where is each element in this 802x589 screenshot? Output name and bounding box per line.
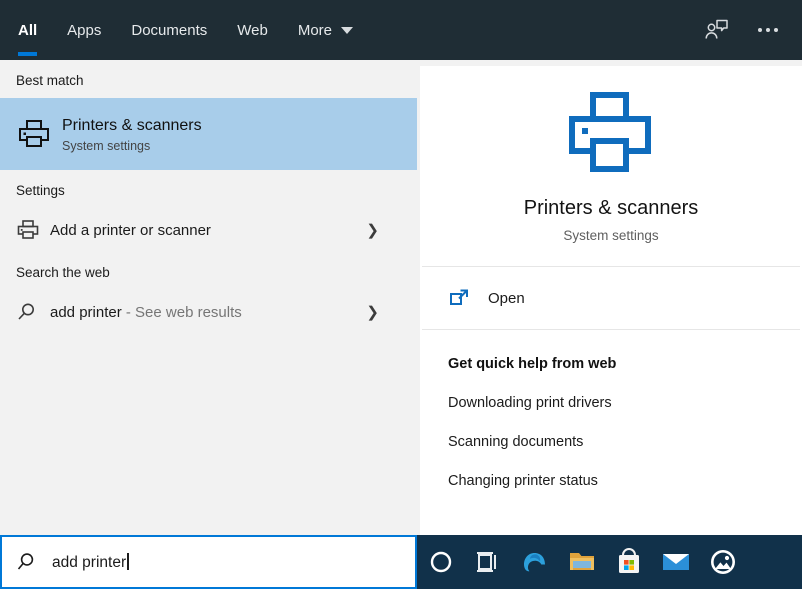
cortana-icon <box>428 549 454 575</box>
tab-apps-label: Apps <box>67 22 101 39</box>
taskbar-edge-button[interactable] <box>511 535 558 589</box>
tab-all[interactable]: All <box>18 0 37 60</box>
best-match-subtitle: System settings <box>62 139 202 153</box>
settings-header: Settings <box>0 170 417 208</box>
preview-panel: Printers & scanners System settings Open… <box>420 66 802 535</box>
tab-web[interactable]: Web <box>237 0 285 60</box>
results-panel: Best match Printers & scanners System se… <box>0 60 417 535</box>
taskbar-file-explorer-button[interactable] <box>558 535 605 589</box>
task-view-icon <box>475 550 501 574</box>
taskbar-task-view-button[interactable] <box>464 535 511 589</box>
tabbar-actions <box>704 18 802 42</box>
text-cursor <box>127 553 129 570</box>
taskbar-cortana-button[interactable] <box>417 535 464 589</box>
result-icon-wrap <box>16 219 50 241</box>
preview-title: Printers & scanners <box>524 197 699 220</box>
feedback-button[interactable] <box>704 18 730 42</box>
result-text: Printers & scanners System settings <box>62 116 202 153</box>
quick-help-link[interactable]: Changing printer status <box>448 473 802 489</box>
settings-item-label-rest: or scanner <box>136 222 211 239</box>
ellipsis-icon <box>752 20 784 40</box>
printer-icon <box>563 89 659 177</box>
taskbar-photos-button[interactable] <box>699 535 746 589</box>
best-match-header: Best match <box>0 60 417 98</box>
open-action-button[interactable]: Open <box>420 267 802 329</box>
open-action-label: Open <box>488 290 525 307</box>
result-icon-wrap <box>16 118 62 150</box>
printer-icon <box>16 219 40 241</box>
quick-help-title: Get quick help from web <box>448 356 802 372</box>
search-input-value: add printer <box>52 554 126 571</box>
chevron-right-icon[interactable]: ❯ <box>366 221 405 239</box>
web-search-query: add printer <box>50 304 122 321</box>
quick-help-link[interactable]: Scanning documents <box>448 434 802 450</box>
search-input-container[interactable]: add printer <box>0 535 417 589</box>
quick-help-section: Get quick help from web Downloading prin… <box>420 330 802 489</box>
tab-web-label: Web <box>237 22 268 39</box>
chevron-right-icon[interactable]: ❯ <box>366 303 405 321</box>
tab-more-label: More <box>298 22 332 39</box>
taskbar-microsoft-store-button[interactable] <box>605 535 652 589</box>
search-icon <box>16 551 38 573</box>
mail-icon <box>661 551 691 573</box>
open-external-icon <box>448 288 470 308</box>
printer-icon <box>16 118 52 150</box>
more-options-button[interactable] <box>752 20 784 40</box>
web-search-suffix: - See web results <box>122 304 242 321</box>
best-match-title: Printers & scanners <box>62 116 202 136</box>
feedback-person-icon <box>704 18 730 42</box>
edge-icon <box>520 547 550 577</box>
preview-hero: Printers & scanners System settings <box>420 66 802 266</box>
chevron-down-icon <box>341 27 353 34</box>
tab-active-underline <box>18 52 37 56</box>
tab-more[interactable]: More <box>298 0 370 60</box>
taskbar <box>417 535 802 589</box>
web-search-label: add printer - See web results <box>50 304 242 321</box>
tab-list: All Apps Documents Web More <box>0 0 383 60</box>
result-best-match-printers-and-scanners[interactable]: Printers & scanners System settings <box>0 98 417 170</box>
search-icon <box>16 301 38 323</box>
result-icon-wrap <box>16 301 50 323</box>
tab-documents-label: Documents <box>131 22 207 39</box>
tab-documents[interactable]: Documents <box>131 0 224 60</box>
settings-item-label: Add a printer or scanner <box>50 222 211 239</box>
microsoft-store-icon <box>616 548 642 576</box>
taskbar-mail-button[interactable] <box>652 535 699 589</box>
quick-help-link[interactable]: Downloading print drivers <box>448 395 802 411</box>
tab-all-label: All <box>18 22 37 39</box>
result-web-search-add-printer[interactable]: add printer - See web results ❯ <box>0 290 417 334</box>
preview-subtitle: System settings <box>563 228 658 243</box>
file-explorer-icon <box>567 549 597 575</box>
tab-apps[interactable]: Apps <box>67 0 118 60</box>
search-tabbar: All Apps Documents Web More <box>0 0 802 60</box>
search-flyout-window: All Apps Documents Web More <box>0 0 802 589</box>
search-input[interactable]: add printer <box>52 553 129 572</box>
photos-icon <box>708 547 738 577</box>
search-the-web-header: Search the web <box>0 252 417 290</box>
result-add-a-printer-or-scanner[interactable]: Add a printer or scanner ❯ <box>0 208 417 252</box>
settings-item-label-bold: Add a printer <box>50 222 136 239</box>
